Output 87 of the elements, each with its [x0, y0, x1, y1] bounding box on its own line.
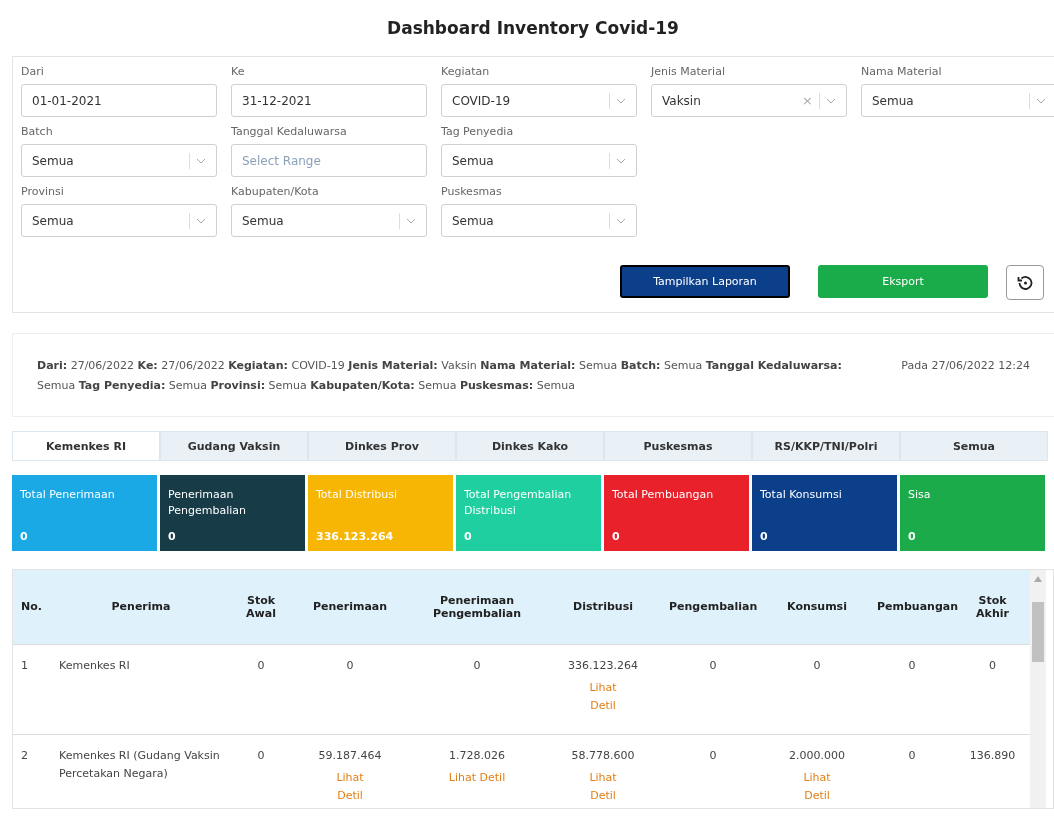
chevron-down-icon: [196, 216, 206, 225]
table-cell-text: 0: [708, 747, 718, 764]
filter-summary: Dari: 27/06/2022 Ke: 27/06/2022 Kegiatan: COVID-19 Jenis Material: Vaksin Nama Material: Semua Batch: Semua Tanggal Kedaluwarsa: Semua Tag Penyedia: Semua Provinsi: Semua Kabupaten/Kota: Semua Puskesmas: Semua: [37, 358, 843, 394]
chevron-down-icon: [616, 156, 626, 165]
tab[interactable]: Kemenkes RI: [12, 431, 160, 461]
scrollbar[interactable]: [1030, 570, 1046, 808]
chevron-down-icon: [826, 96, 836, 105]
card-value: 0: [612, 530, 621, 543]
tab[interactable]: Dinkes Kako: [456, 431, 604, 461]
chevron-down-icon: [406, 216, 416, 225]
table-cell-text: 1.728.026: [448, 747, 506, 764]
field-label: Provinsi: [21, 185, 65, 198]
reset-button[interactable]: [1006, 265, 1044, 300]
field-label: Kegiatan: [441, 65, 491, 78]
history-icon: [1016, 273, 1034, 292]
select-field[interactable]: Semua: [21, 204, 217, 237]
card-value: 0: [464, 530, 473, 543]
field-label: Ke: [231, 65, 246, 78]
field-label: Kabupaten/Kota: [231, 185, 320, 198]
scroll-thumb[interactable]: [1032, 602, 1044, 662]
table-cell-text: 136.890: [968, 747, 1017, 764]
table-cell-text: 0: [345, 657, 355, 674]
table-cell-text: 0: [907, 657, 917, 674]
select-field[interactable]: COVID-19: [441, 84, 637, 117]
table-cell-text: 0: [256, 657, 266, 674]
card-label: Sisa: [908, 487, 932, 503]
card-value: 0: [20, 530, 29, 543]
table-cell-text: 58.778.600: [570, 747, 636, 764]
card-value: 0: [760, 530, 769, 543]
select-field[interactable]: Semua: [861, 84, 1054, 117]
table-cell-text: 0: [708, 657, 718, 674]
table-cell-text: 0: [256, 747, 266, 764]
chevron-down-icon: [616, 216, 626, 225]
select-field[interactable]: Vaksin ×: [651, 84, 847, 117]
field-label: Puskesmas: [441, 185, 503, 198]
field-label: Tag Penyedia: [441, 125, 515, 138]
select-field[interactable]: Semua: [441, 204, 637, 237]
timestamp: Pada 27/06/2022 12:24: [901, 358, 1030, 374]
scroll-up-icon[interactable]: [1034, 576, 1042, 582]
table-cell-text: 2.000.000: [788, 747, 846, 764]
column-header: Konsumsi: [765, 570, 869, 644]
select-field[interactable]: Semua: [21, 144, 217, 177]
input-field[interactable]: 01-01-2021: [21, 84, 217, 117]
input-field[interactable]: 31-12-2021: [231, 84, 427, 117]
column-header: Penerimaan: [291, 570, 409, 644]
tab[interactable]: Dinkes Prov: [308, 431, 456, 461]
table-cell-text: 1: [21, 657, 29, 674]
table-cell-text: Kemenkes RI: [59, 657, 131, 674]
card-label: Total Pembuangan: [612, 487, 715, 503]
table-cell-text: 0: [988, 657, 997, 674]
table-cell-text: 0: [472, 657, 482, 674]
column-header: No.: [13, 570, 51, 644]
field-label: Nama Material: [861, 65, 943, 78]
column-header: Distribusi: [545, 570, 661, 644]
tab[interactable]: Gudang Vaksin: [160, 431, 308, 461]
card-label: Total Distribusi: [316, 487, 399, 503]
card-label: Total Penerimaan: [20, 487, 116, 503]
select-field[interactable]: Semua: [231, 204, 427, 237]
column-header: Stok Awal: [231, 570, 291, 644]
field-label: Dari: [21, 65, 45, 78]
field-label: Tanggal Kedaluwarsa: [231, 125, 348, 138]
column-header: Penerimaan Pengembalian: [409, 570, 545, 644]
card-value: 0: [168, 530, 177, 543]
show-report-button[interactable]: Tampilkan Laporan: [620, 265, 790, 298]
page-title: Dashboard Inventory Covid-19: [386, 17, 680, 40]
tab[interactable]: RS/KKP/TNI/Polri: [752, 431, 900, 461]
chevron-down-icon: [196, 156, 206, 165]
tab[interactable]: Puskesmas: [604, 431, 752, 461]
column-header: Penerima: [51, 570, 231, 644]
column-header: Pengembalian: [661, 570, 765, 644]
tab[interactable]: Semua: [900, 431, 1048, 461]
field-label: Jenis Material: [651, 65, 726, 78]
table-cell-text: 0: [907, 747, 917, 764]
table-cell-text: 0: [812, 657, 822, 674]
card-label: Total Pengembalian Distribusi: [464, 487, 573, 519]
card-label: Total Konsumsi: [760, 487, 843, 503]
field-label: Batch: [21, 125, 54, 138]
select-field[interactable]: Semua: [441, 144, 637, 177]
chevron-down-icon: [616, 96, 626, 105]
table-cell-text: Kemenkes RI (Gudang Vaksin Percetakan Negara): [59, 747, 221, 782]
table-cell-text: 336.123.264: [567, 657, 639, 674]
table-cell-text: 59.187.464: [317, 747, 383, 764]
table-cell-text: 2: [21, 747, 29, 764]
card-value: 0: [908, 530, 917, 543]
card-label: Penerimaan Pengembalian: [168, 487, 247, 519]
card-value: 336.123.264: [316, 530, 395, 543]
chevron-down-icon: [1036, 96, 1046, 105]
